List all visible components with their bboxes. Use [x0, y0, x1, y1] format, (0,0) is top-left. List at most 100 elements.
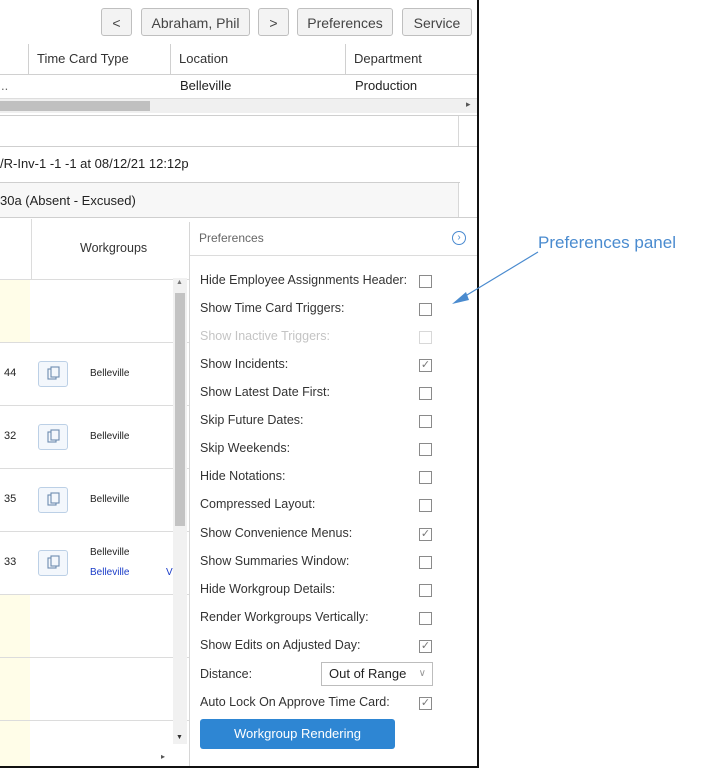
- pref-checkbox-auto-lock-on-approve[interactable]: ✓: [419, 697, 432, 710]
- department-cell: Production: [355, 78, 418, 93]
- row-number: 35: [4, 493, 17, 505]
- copy-row-button[interactable]: [38, 487, 68, 513]
- pref-checkbox-skip-weekends[interactable]: [419, 443, 432, 456]
- divider: [190, 255, 477, 256]
- copy-icon: [47, 555, 60, 569]
- pref-label-auto-lock-on-approve: Auto Lock On Approve Time Card:: [200, 695, 390, 709]
- pref-checkbox-render-workgroups-vertically[interactable]: [419, 612, 432, 625]
- row-divider: [0, 405, 190, 406]
- pref-checkbox-show-edits-on-adjusted-day[interactable]: ✓: [419, 640, 432, 653]
- copy-icon: [47, 429, 60, 443]
- time-card-type-cell: ..: [1, 78, 9, 93]
- pref-checkbox-show-latest-date-first[interactable]: [419, 387, 432, 400]
- row-divider: [0, 468, 190, 469]
- blank-band: [0, 116, 459, 146]
- scroll-right-arrow-icon[interactable]: ▸: [466, 99, 471, 110]
- row-divider: [0, 531, 190, 532]
- pref-checkbox-show-incidents[interactable]: ✓: [419, 359, 432, 372]
- workgroups-column-header[interactable]: Workgroups: [80, 241, 147, 255]
- incident-band: 30a (Absent - Excused): [0, 183, 459, 217]
- pref-label-skip-future-dates: Skip Future Dates:: [200, 413, 304, 427]
- scroll-up-arrow-icon[interactable]: ▲: [176, 279, 183, 286]
- scroll-right-arrow-icon[interactable]: ▸: [161, 752, 165, 761]
- service-button[interactable]: Service: [402, 8, 472, 36]
- workgroup-rendering-button[interactable]: Workgroup Rendering: [200, 719, 395, 749]
- pref-label-skip-weekends: Skip Weekends:: [200, 441, 291, 455]
- annotation-label: Preferences panel: [538, 233, 676, 252]
- column-header-department[interactable]: Department: [345, 44, 477, 74]
- copy-row-button[interactable]: [38, 361, 68, 387]
- trigger-info-text: /R-Inv-1 -1 -1 at 08/12/21 12:12p: [0, 156, 189, 171]
- checkmark-icon: ✓: [420, 359, 431, 371]
- preferences-panel-title: Preferences: [199, 231, 264, 245]
- pref-checkbox-show-summaries-window[interactable]: [419, 556, 432, 569]
- day-cell: [0, 721, 30, 766]
- pref-label-show-convenience-menus: Show Convenience Menus:: [200, 526, 353, 540]
- pref-label-show-edits-on-adjusted-day: Show Edits on Adjusted Day:: [200, 638, 361, 652]
- pref-label-show-inactive-triggers: Show Inactive Triggers:: [200, 329, 330, 343]
- row-number: 33: [4, 556, 17, 568]
- workgroup-cell: Belleville: [90, 494, 130, 505]
- workgroup-cell: Belleville: [90, 368, 130, 379]
- copy-row-button[interactable]: [38, 550, 68, 576]
- pref-label-hide-workgroup-details: Hide Workgroup Details:: [200, 582, 336, 596]
- chevron-down-icon: ∨: [418, 668, 426, 679]
- assignments-row[interactable]: .. Belleville Production: [0, 75, 477, 97]
- timecard-grid: Workgroups 44 Belleville 32 Belleville 3…: [0, 219, 190, 766]
- checkmark-icon: ✓: [420, 528, 431, 540]
- workgroup-link[interactable]: Belleville: [90, 567, 129, 578]
- distance-select-value: Out of Range: [329, 666, 407, 681]
- pref-checkbox-hide-notations[interactable]: [419, 471, 432, 484]
- column-header-time-card-type[interactable]: Time Card Type: [28, 44, 170, 74]
- vertical-scroll-thumb[interactable]: [175, 293, 185, 526]
- pref-label-compressed-layout: Compressed Layout:: [200, 497, 316, 511]
- preferences-button[interactable]: Preferences: [297, 8, 393, 36]
- pref-label-show-incidents: Show Incidents:: [200, 357, 289, 371]
- horizontal-scrollbar[interactable]: ▸: [0, 98, 477, 113]
- column-header-location[interactable]: Location: [170, 44, 345, 74]
- pref-checkbox-show-time-card-triggers[interactable]: [419, 303, 432, 316]
- day-cell: [0, 595, 30, 657]
- checkmark-icon: ✓: [420, 640, 431, 652]
- column-divider: [31, 219, 32, 279]
- workgroup-cell: Belleville: [90, 431, 130, 442]
- pref-label-show-time-card-triggers: Show Time Card Triggers:: [200, 301, 345, 315]
- checkmark-icon: ✓: [420, 697, 431, 709]
- day-cell: [0, 280, 30, 342]
- scroll-down-arrow-icon[interactable]: ▼: [176, 734, 183, 741]
- employee-selector-button[interactable]: Abraham, Phil: [141, 8, 250, 36]
- divider: [0, 146, 477, 147]
- horizontal-scroll-thumb[interactable]: [0, 101, 150, 111]
- previous-employee-button[interactable]: <: [101, 8, 132, 36]
- pref-label-hide-notations: Hide Notations:: [200, 469, 286, 483]
- next-employee-button[interactable]: >: [258, 8, 289, 36]
- vertical-scrollbar[interactable]: ▲ ▼: [173, 278, 187, 744]
- app-window: < Abraham, Phil > Preferences Service Ti…: [0, 0, 479, 768]
- row-divider: [0, 342, 190, 343]
- workgroup-cell: Belleville: [90, 547, 130, 558]
- row-number: 32: [4, 430, 17, 442]
- row-number: 44: [4, 367, 17, 379]
- pref-label-distance: Distance:: [200, 667, 253, 681]
- copy-icon: [47, 492, 60, 506]
- callout-arrow-icon: [452, 251, 539, 304]
- day-cell: [0, 658, 30, 720]
- pref-label-hide-employee-assignments-header: Hide Employee Assignments Header:: [200, 273, 408, 287]
- pref-label-show-summaries-window: Show Summaries Window:: [200, 554, 350, 568]
- pref-checkbox-hide-workgroup-details[interactable]: [419, 584, 432, 597]
- divider: [0, 217, 477, 218]
- pref-checkbox-skip-future-dates[interactable]: [419, 415, 432, 428]
- pref-checkbox-hide-employee-assignments-header[interactable]: [419, 275, 432, 288]
- workgroup-extra-link[interactable]: V: [166, 567, 173, 578]
- incident-info-text: 30a (Absent - Excused): [0, 193, 136, 208]
- copy-row-button[interactable]: [38, 424, 68, 450]
- assignments-grid-header: Time Card Type Location Department: [0, 44, 477, 75]
- pref-checkbox-compressed-layout[interactable]: [419, 499, 432, 512]
- location-cell: Belleville: [180, 78, 232, 93]
- pref-label-render-workgroups-vertically: Render Workgroups Vertically:: [200, 610, 369, 624]
- pref-checkbox-show-inactive-triggers: [419, 331, 432, 344]
- pref-label-show-latest-date-first: Show Latest Date First:: [200, 385, 330, 399]
- distance-select[interactable]: Out of Range ∨: [321, 662, 433, 686]
- copy-icon: [47, 366, 60, 380]
- pref-checkbox-show-convenience-menus[interactable]: ✓: [419, 528, 432, 541]
